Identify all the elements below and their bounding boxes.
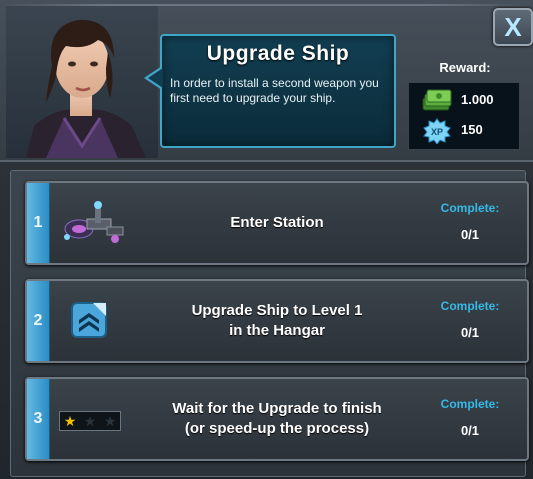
quest-title: Upgrade Ship — [206, 42, 350, 65]
money-icon — [421, 89, 453, 118]
task-number: 2 — [27, 281, 50, 361]
quest-speech-bubble: Upgrade Ship In order to install a secon… — [144, 34, 396, 148]
station-icon — [57, 199, 127, 254]
upgrade-chevron-icon — [71, 302, 107, 343]
svg-text:XP: XP — [431, 127, 443, 137]
stars-rating-icon: ★ ★ ★ — [59, 411, 121, 431]
task-progress: 0/1 — [460, 227, 480, 242]
task-number: 1 — [27, 183, 50, 263]
close-button[interactable]: X — [493, 8, 533, 46]
task-complete-label: Complete: — [440, 397, 500, 411]
task-item[interactable]: 2 Upgrade Ship to Level 1 in the Hangar … — [25, 279, 529, 363]
xp-icon: XP — [423, 118, 451, 149]
star-filled-icon: ★ — [63, 413, 77, 429]
task-label: Upgrade Ship to Level 1 in the Hangar — [191, 302, 363, 339]
reward-label: Reward: — [439, 60, 491, 75]
reward-panel: 1.000 XP 150 — [408, 82, 520, 150]
task-complete-label: Complete: — [440, 201, 500, 215]
task-progress: 0/1 — [460, 325, 480, 340]
reward-money: 1.000 — [409, 87, 519, 115]
character-portrait — [6, 6, 158, 158]
reward-xp-value: 150 — [461, 122, 483, 137]
quest-header: Upgrade Ship In order to install a secon… — [0, 0, 533, 162]
task-complete-label: Complete: — [440, 299, 500, 313]
reward-xp: XP 150 — [409, 117, 519, 145]
task-label: Wait for the Upgrade to finish (or speed… — [172, 400, 382, 437]
task-item[interactable]: 3 ★ ★ ★ Wait for the Upgrade to finish (… — [25, 377, 529, 461]
task-progress: 0/1 — [460, 423, 480, 438]
task-label: Enter Station — [230, 214, 324, 231]
task-number: 3 — [27, 379, 50, 459]
star-empty-icon: ★ — [83, 413, 97, 429]
task-item[interactable]: 1 Enter Station Complete: 0/1 — [25, 181, 529, 265]
star-empty-icon: ★ — [103, 413, 117, 429]
reward-money-value: 1.000 — [461, 92, 494, 107]
quest-dialog: Upgrade Ship In order to install a secon… — [0, 0, 533, 479]
task-list: 1 Enter Station Complete: 0/1 2 Upgrade … — [10, 170, 529, 477]
quest-description: In order to install a second weapon you … — [170, 76, 379, 105]
